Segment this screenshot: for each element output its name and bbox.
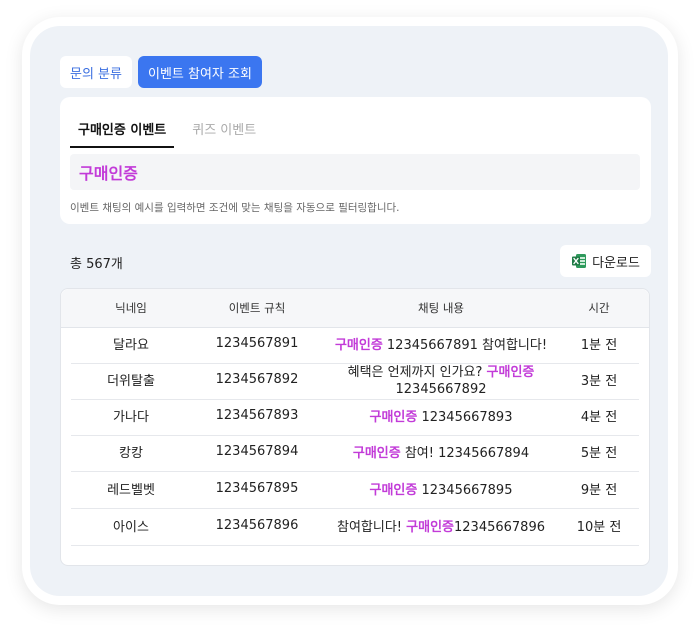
event-rule-cell: 1234567892 xyxy=(215,371,299,387)
chat-segment: 12345667895 xyxy=(417,482,513,498)
keyword-highlight: 구매인증 xyxy=(406,519,454,535)
event-rule-cell: 1234567891 xyxy=(215,335,299,351)
chat-content-cell: 구매인증 참여! 12345667894 xyxy=(323,435,559,471)
chat-segment: 참여! 12345667894 xyxy=(400,445,530,461)
time-cell: 5분 전 xyxy=(580,445,618,461)
time-cell: 9분 전 xyxy=(580,482,618,498)
table-row: 캉캉 1234567894 구매인증 참여! 12345667894 5분 전 xyxy=(71,435,639,472)
download-label: 다운로드 xyxy=(592,255,640,271)
time-cell: 4분 전 xyxy=(580,409,618,425)
keyword-highlight: 구매인증 xyxy=(334,337,383,353)
table-row: 더위탈출 1234567892 혜택은 언제까지 인가요? 구매인증 1234566… xyxy=(71,363,639,400)
table-row: 아이스 1234567896 참여합니다! 구매인증12345667896 10분 전 xyxy=(71,509,639,546)
header-time: 시간 xyxy=(588,301,610,315)
filter-card: 구매인증 이벤트 퀴즈 이벤트 구매인증 이벤트 채팅의 예시를 입력하면 조건… xyxy=(60,97,651,224)
table-header: 닉네임 이벤트 규칙 채팅 내용 시간 xyxy=(61,289,649,328)
chat-text: 구매인증 12345667893 xyxy=(370,409,513,426)
chat-text: 참여합니다! 구매인증12345667896 xyxy=(337,519,545,536)
chat-segment: 12345667891 참여합니다! xyxy=(382,337,548,353)
event-rule-cell: 1234567896 xyxy=(215,517,299,533)
nickname-cell: 가나다 xyxy=(113,409,149,425)
time-cell: 10분 전 xyxy=(576,519,622,535)
chat-text: 구매인증 12345667891 참여합니다! xyxy=(335,337,547,354)
excel-file-icon xyxy=(572,254,587,268)
header-nickname: 닉네임 xyxy=(115,301,147,315)
table-row: 가나다 1234567893 구매인증 12345667893 4분 전 xyxy=(71,399,639,436)
nickname-cell: 캉캉 xyxy=(119,445,143,461)
event-type-tabs: 구매인증 이벤트 퀴즈 이벤트 xyxy=(70,117,274,148)
chat-content-cell: 구매인증 12345667895 xyxy=(323,472,559,508)
tab-purchase-event[interactable]: 구매인증 이벤트 xyxy=(70,117,175,148)
help-text: 이벤트 채팅의 예시를 입력하면 조건에 맞는 채팅을 자동으로 필터링합니다. xyxy=(70,202,400,214)
time-cell: 3분 전 xyxy=(580,373,618,389)
chat-segment: 12345667893 xyxy=(417,409,513,425)
nickname-cell: 더위탈출 xyxy=(107,373,155,389)
nickname-cell: 아이스 xyxy=(113,519,149,535)
participants-table: 닉네임 이벤트 규칙 채팅 내용 시간 달라요 1234567891 구매인증 12… xyxy=(60,288,650,566)
table-row: 레드벨벳 1234567895 구매인증 12345667895 9분 전 xyxy=(71,472,639,509)
chat-content-cell: 참여합니다! 구매인증12345667896 xyxy=(323,509,559,545)
chat-segment: 참여합니다! xyxy=(337,519,407,535)
keyword-highlight: 구매인증 xyxy=(486,365,535,380)
nickname-cell: 레드벨벳 xyxy=(107,482,155,498)
header-chat: 채팅 내용 xyxy=(418,301,464,315)
chat-segment: 12345667896 xyxy=(454,519,545,535)
keyword-highlight: 구매인증 xyxy=(352,445,401,461)
keyword-highlight: 구매인증 xyxy=(369,482,418,498)
chat-segment: 12345667892 xyxy=(395,382,487,397)
keyword-input[interactable]: 구매인증 xyxy=(70,154,640,190)
chat-content-cell: 혜택은 언제까지 인가요? 구매인증 12345667892 xyxy=(323,363,559,399)
chat-content-cell: 구매인증 12345667891 참여합니다! xyxy=(323,327,559,363)
table-row: 달라요 1234567891 구매인증 12345667891 참여합니다! 1분 전 xyxy=(71,327,639,364)
tab-quiz-event[interactable]: 퀴즈 이벤트 xyxy=(184,117,264,148)
chat-text: 구매인증 12345667895 xyxy=(370,482,513,499)
tab-inquiry-category[interactable]: 문의 분류 xyxy=(60,56,132,88)
event-rule-cell: 1234567895 xyxy=(215,480,299,496)
nickname-cell: 달라요 xyxy=(113,337,149,353)
total-count: 총 567개 xyxy=(70,257,123,272)
tab-event-participants[interactable]: 이벤트 참여자 조회 xyxy=(137,56,262,88)
chat-text: 혜택은 언제까지 인가요? 구매인증 12345667892 xyxy=(323,364,559,398)
chat-segment: 혜택은 언제까지 인가요? xyxy=(347,365,487,380)
chat-text: 구매인증 참여! 12345667894 xyxy=(353,445,529,462)
chat-content-cell: 구매인증 12345667893 xyxy=(323,399,559,435)
header-event-rule: 이벤트 규칙 xyxy=(228,301,286,315)
event-rule-cell: 1234567893 xyxy=(215,407,299,423)
time-cell: 1분 전 xyxy=(580,337,618,353)
keyword-highlight: 구매인증 xyxy=(369,409,418,425)
keyword-value: 구매인증 xyxy=(79,164,138,183)
event-rule-cell: 1234567894 xyxy=(215,443,299,459)
top-tabs: 문의 분류 이벤트 참여자 조회 xyxy=(60,56,262,88)
download-button[interactable]: 다운로드 xyxy=(560,245,651,277)
